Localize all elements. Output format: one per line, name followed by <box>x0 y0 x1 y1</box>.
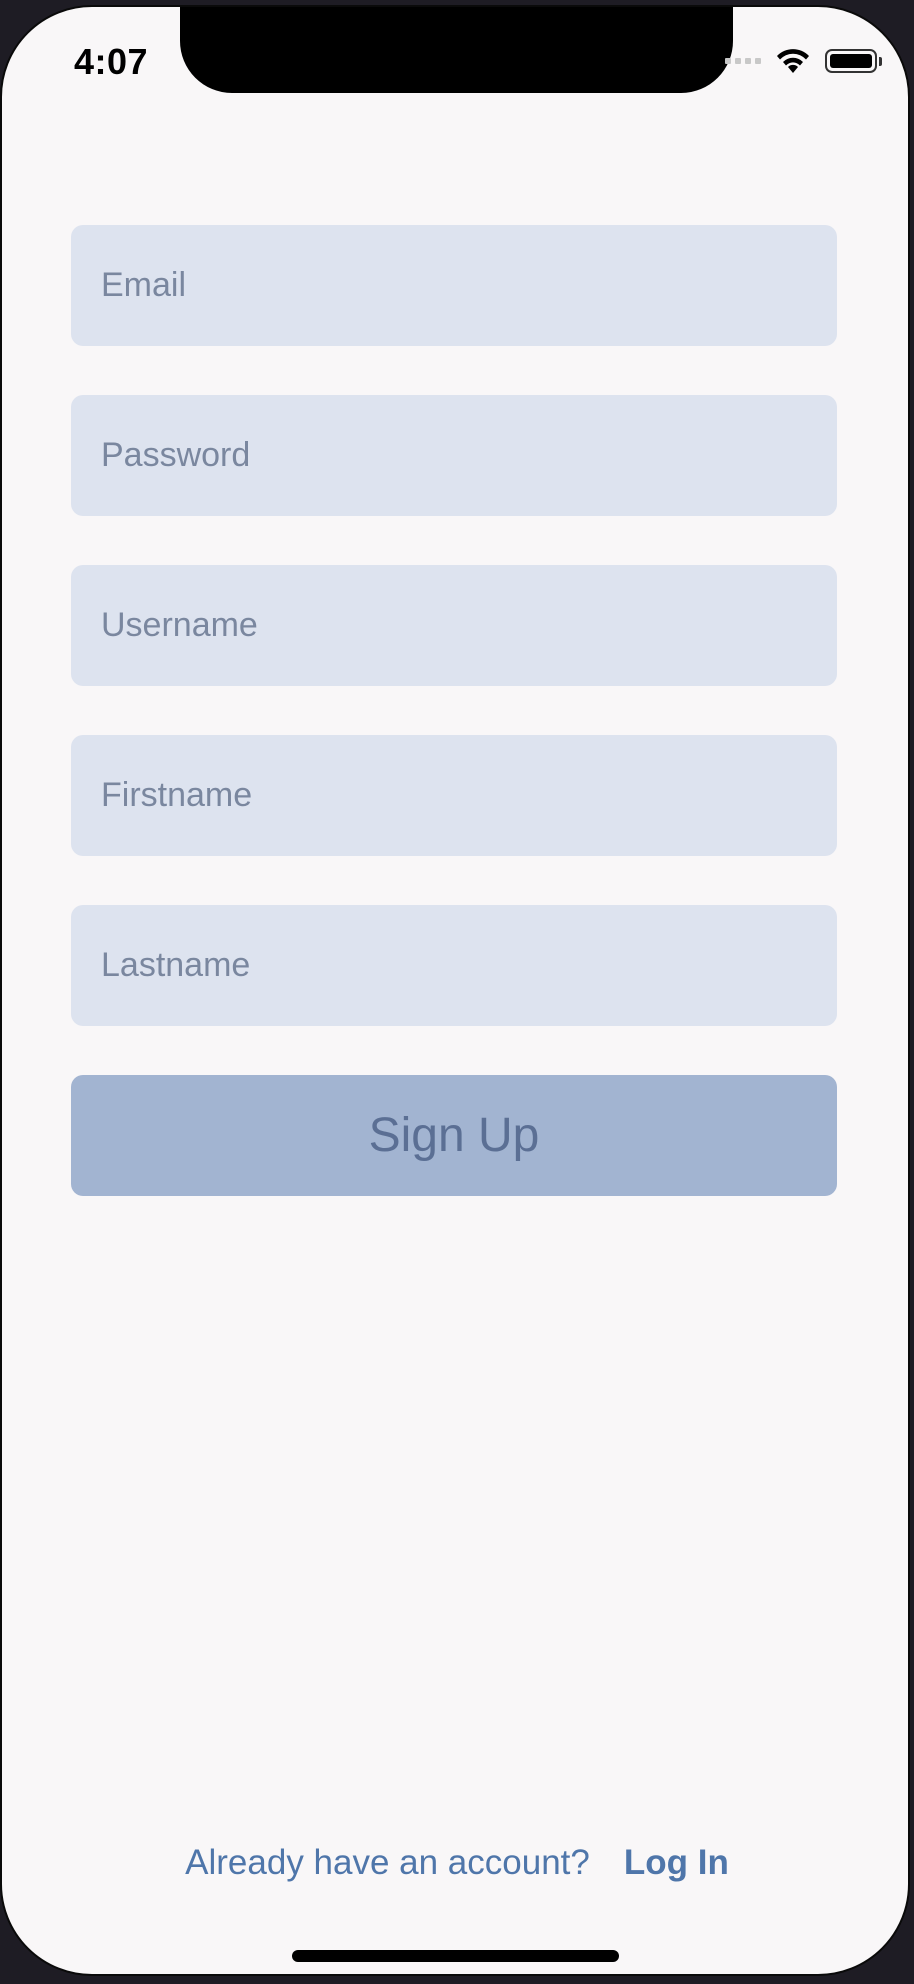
lastname-field-container <box>71 905 837 1026</box>
username-field[interactable] <box>101 606 837 645</box>
login-link[interactable]: Log In <box>624 1843 729 1883</box>
cellular-signal-icon <box>725 58 761 64</box>
status-time: 4:07 <box>74 41 149 82</box>
device-notch <box>180 7 733 93</box>
email-field[interactable] <box>101 266 837 305</box>
signup-button[interactable]: Sign Up <box>71 1075 837 1196</box>
login-prompt-text: Already have an account? <box>185 1843 590 1882</box>
login-prompt: Already have an account? Log In <box>2 1843 908 1883</box>
lastname-field[interactable] <box>101 946 837 985</box>
status-icons <box>725 47 882 75</box>
firstname-field-container <box>71 735 837 856</box>
email-field-container <box>71 225 837 346</box>
password-field[interactable] <box>101 436 837 475</box>
password-field-container <box>71 395 837 516</box>
firstname-field[interactable] <box>101 776 837 815</box>
battery-icon <box>825 49 882 73</box>
home-indicator[interactable] <box>292 1950 619 1962</box>
signup-form: Sign Up <box>71 225 837 1196</box>
wifi-icon <box>775 47 811 75</box>
username-field-container <box>71 565 837 686</box>
phone-screen: 4:07 Sig <box>0 5 910 1976</box>
